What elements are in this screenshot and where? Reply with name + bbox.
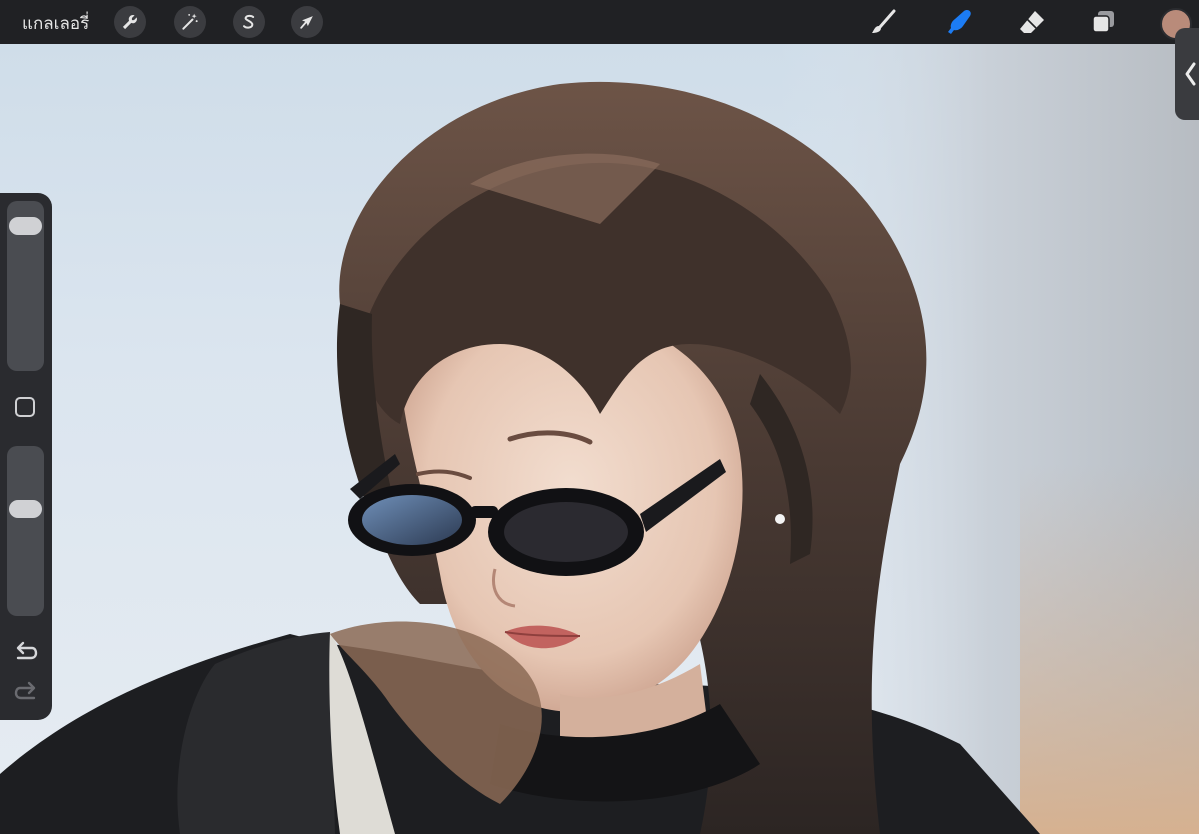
adjustments-button[interactable] [174, 6, 206, 38]
square-modifier-icon[interactable] [15, 397, 35, 417]
brush-icon [872, 9, 896, 33]
transform-button[interactable] [291, 6, 323, 38]
left-sidebar [0, 193, 52, 720]
opacity-slider[interactable] [7, 446, 44, 616]
redo-icon [14, 681, 36, 700]
top-toolbar: แกลเลอรี่ [0, 0, 1199, 44]
smudge-tool[interactable] [943, 6, 977, 38]
undo-icon [16, 641, 38, 660]
brush-size-slider[interactable] [7, 201, 44, 371]
chevron-left-icon [1185, 62, 1196, 86]
selection-button[interactable] [233, 6, 265, 38]
brush-tool[interactable] [866, 6, 900, 38]
procreate-app: แกลเลอรี่ [0, 0, 1199, 834]
actions-button[interactable] [114, 6, 146, 38]
layers-tool[interactable] [1086, 6, 1120, 38]
magic-wand-icon [182, 13, 198, 30]
layers-icon [1092, 11, 1114, 33]
opacity-thumb[interactable] [9, 500, 42, 519]
eraser-tool[interactable] [1015, 6, 1049, 38]
painting-artwork [0, 44, 1199, 834]
undo-button[interactable] [13, 639, 39, 663]
brush-size-thumb[interactable] [9, 216, 42, 235]
redo-button[interactable] [13, 679, 39, 703]
arrow-cursor-icon [300, 16, 313, 29]
wrench-icon [122, 15, 137, 30]
side-panel-toggle[interactable] [1175, 28, 1199, 120]
gallery-button[interactable]: แกลเลอรี่ [22, 10, 89, 37]
smudge-finger-icon [948, 10, 971, 34]
drawing-canvas[interactable] [0, 44, 1199, 834]
eraser-icon [1020, 11, 1044, 33]
selection-s-icon [243, 14, 255, 29]
